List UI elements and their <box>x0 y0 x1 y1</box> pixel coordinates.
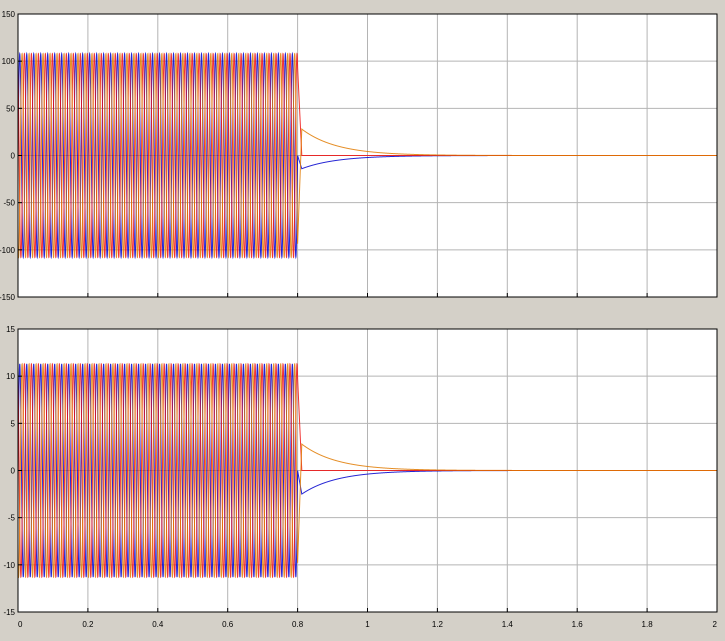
x-tick-label: 0.6 <box>222 620 234 629</box>
y-tick-label: 15 <box>6 325 15 334</box>
y-tick-label: 5 <box>11 419 16 428</box>
y-tick-label: 100 <box>2 57 16 66</box>
y-tick-label: -15 <box>3 608 15 617</box>
y-tick-label: 10 <box>6 372 15 381</box>
x-tick-label: 0.2 <box>82 620 94 629</box>
y-tick-label: -5 <box>8 514 16 523</box>
x-tick-label: 0.4 <box>152 620 164 629</box>
y-tick-label: 0 <box>11 467 16 476</box>
y-tick-label: 0 <box>11 152 16 161</box>
x-tick-label: 1.8 <box>642 620 654 629</box>
scope-window: 150 100 50 0 -50 -100 -150 15 10 5 0 -5 -10 -15 0 0.2 0… <box>0 0 725 641</box>
x-tick-label: 1.2 <box>432 620 444 629</box>
x-tick-label: 1.6 <box>572 620 584 629</box>
x-tick-label: 0 <box>18 620 23 629</box>
y-tick-label: -10 <box>3 561 15 570</box>
y-tick-label: 50 <box>6 104 15 113</box>
bottom-plot-panel: 151050-5-10-150 0.2 0.4 0.6 0.8 1 1.2 1.4 1.6 1.8… <box>3 325 717 629</box>
y-tick-label: -150 <box>0 293 16 302</box>
x-tick-label: 1.4 <box>502 620 514 629</box>
top-plot-panel: 150 100 50 0 -50 -100 -150 <box>0 10 718 302</box>
x-tick-label: 2 <box>713 620 718 629</box>
scope-figure: 150100500-50-100-150 151050-5-10-150 0.2 0… <box>0 10 718 629</box>
x-tick-label: 1 <box>365 620 370 629</box>
y-tick-label: 150 <box>2 10 16 19</box>
x-tick-label: 0.8 <box>292 620 304 629</box>
y-tick-label: -100 <box>0 246 16 255</box>
y-tick-label: -50 <box>3 199 15 208</box>
